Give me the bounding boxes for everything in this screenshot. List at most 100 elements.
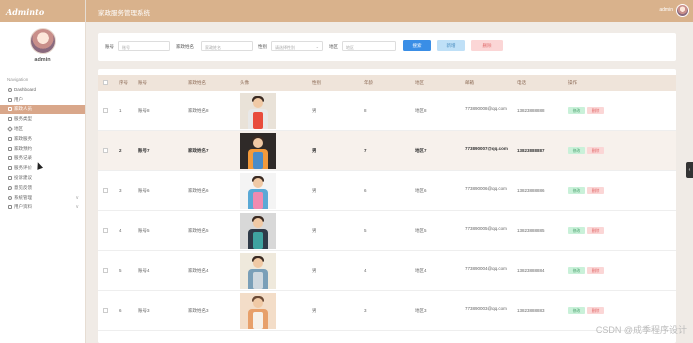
brand-logo[interactable]: Adminto (0, 0, 85, 22)
table-row[interactable]: 4 账号5 家政姓名5 男 5 地区5 773890005@qq.com 138… (98, 211, 676, 251)
chevron-down-icon: ∨ (75, 204, 79, 211)
delete-row-button[interactable]: 删除 (587, 227, 604, 234)
sidebar-item-profile[interactable]: 用户资料 ∨ (0, 203, 85, 213)
user-icon (8, 205, 12, 210)
sidebar-item-housekeepers[interactable]: 家政人员 (0, 104, 85, 115)
cell-region: 地区7 (415, 148, 427, 153)
name-label: 家政姓名 (176, 44, 194, 49)
edit-button[interactable]: 修改 (568, 187, 585, 194)
row-checkbox[interactable] (103, 308, 108, 313)
sidebar-item-service-types[interactable]: 服务类型 (0, 114, 85, 124)
table-row[interactable]: 2 账号7 家政姓名7 男 7 地区7 773890007@qq.com 138… (98, 131, 676, 171)
account-label: 账号 (105, 44, 114, 49)
sidebar-item-reviews[interactable]: 服务评价 (0, 163, 85, 173)
table-row[interactable]: 6 账号3 家政姓名3 男 3 地区3 773890003@qq.com 138… (98, 291, 676, 331)
avatar[interactable] (29, 28, 56, 54)
edit-button[interactable]: 修改 (568, 307, 585, 314)
sidebar-item-label: 家政人员 (14, 106, 32, 112)
chevron-down-icon: ∨ (75, 194, 79, 201)
grid-icon (8, 146, 12, 151)
header-index: 序号 (119, 80, 128, 85)
tag-icon (7, 126, 13, 132)
table-row[interactable]: 5 账号4 家政姓名4 男 4 地区4 773890004@qq.com 138… (98, 251, 676, 291)
header-age: 年龄 (364, 80, 373, 85)
data-table: 序号 账号 家政姓名 头像 性别 年龄 地区 邮箱 电话 操作 1 账号8 家政… (98, 69, 676, 343)
account-input[interactable]: 账号 (118, 41, 170, 51)
delete-row-button[interactable]: 删除 (587, 107, 604, 114)
cell-region: 地区6 (415, 188, 427, 193)
cell-age: 5 (364, 228, 367, 233)
cell-index: 1 (119, 108, 122, 113)
search-button[interactable]: 搜索 (403, 40, 431, 51)
sidebar-item-system[interactable]: 系统管理 ∨ (0, 193, 85, 203)
edit-button[interactable]: 修改 (568, 147, 585, 154)
sidebar-item-bookings[interactable]: 家政预约 (0, 144, 85, 154)
edit-button[interactable]: 修改 (568, 227, 585, 234)
region-input[interactable]: 地区 (342, 41, 396, 51)
grid-icon (8, 166, 12, 171)
edit-button[interactable]: 修改 (568, 267, 585, 274)
delete-button[interactable]: 删除 (471, 40, 503, 51)
housekeeper-photo (240, 93, 276, 129)
cell-gender: 男 (312, 268, 317, 273)
gender-label: 性别 (258, 44, 267, 49)
sidebar-item-users[interactable]: 用户 (0, 95, 85, 105)
page-title: 家政服务管理系统 (98, 10, 150, 17)
pin-icon (8, 185, 12, 190)
nav-section-label: Navigation (7, 77, 29, 82)
row-checkbox[interactable] (103, 268, 108, 273)
add-button[interactable]: 新增 (437, 40, 465, 51)
row-checkbox[interactable] (103, 188, 108, 193)
cell-account: 账号3 (138, 308, 150, 313)
cell-phone: 13823888887 (517, 148, 545, 153)
header-name: 家政姓名 (188, 80, 206, 85)
sidebar-item-label: 投诉建议 (14, 175, 32, 181)
sidebar-item-label: 服务记录 (14, 155, 32, 161)
sidebar-item-records[interactable]: 服务记录 (0, 154, 85, 164)
sidebar-item-services[interactable]: 家政服务 (0, 134, 85, 144)
cell-phone: 13823888883 (517, 308, 545, 313)
delete-row-button[interactable]: 删除 (587, 147, 604, 154)
name-input[interactable]: 家政姓名 (201, 41, 253, 51)
cell-index: 6 (119, 308, 122, 313)
search-panel: 账号 账号 家政姓名 家政姓名 性别 请选择性别 ⌄ 地区 地区 搜索 新增 删除 (98, 33, 676, 61)
header-account: 账号 (138, 80, 147, 85)
row-checkbox[interactable] (103, 148, 108, 153)
cell-account: 账号8 (138, 108, 150, 113)
edit-button[interactable]: 修改 (568, 107, 585, 114)
row-checkbox[interactable] (103, 108, 108, 113)
sidebar-item-complaints[interactable]: 投诉建议 (0, 173, 85, 183)
table-row[interactable]: 1 账号8 家政姓名8 男 8 地区8 773890008@qq.com 138… (98, 91, 676, 131)
sidebar-item-label: 意见反馈 (14, 184, 32, 190)
cell-gender: 男 (312, 148, 317, 153)
select-all-checkbox[interactable] (103, 80, 108, 85)
sidebar-item-dashboard[interactable]: Dashboard (0, 85, 85, 95)
sidebar-item-feedback[interactable]: 意见反馈 (0, 183, 85, 193)
grid-icon (8, 176, 12, 181)
grid-icon (8, 117, 12, 122)
sidebar-item-regions[interactable]: 地区 (0, 124, 85, 134)
cell-email: 773890007@qq.com (465, 146, 508, 151)
table-row[interactable]: 3 账号6 家政姓名6 男 6 地区6 773890006@qq.com 138… (98, 171, 676, 211)
grid-icon (8, 136, 12, 141)
topbar-username[interactable]: admin (659, 7, 673, 13)
sidebar-item-label: 地区 (14, 126, 23, 132)
cell-name: 家政姓名6 (188, 188, 209, 193)
row-checkbox[interactable] (103, 228, 108, 233)
cell-account: 账号5 (138, 228, 150, 233)
delete-row-button[interactable]: 删除 (587, 267, 604, 274)
sidebar-item-label: 服务类型 (14, 116, 32, 122)
gender-select[interactable]: 请选择性别 ⌄ (271, 41, 323, 51)
sidebar-item-label: Dashboard (14, 87, 37, 93)
delete-row-button[interactable]: 删除 (587, 307, 604, 314)
sidebar-item-label: 服务评价 (14, 165, 32, 171)
cell-account: 账号4 (138, 268, 150, 273)
delete-row-button[interactable]: 删除 (587, 187, 604, 194)
cell-phone: 13823888886 (517, 188, 545, 193)
header-email: 邮箱 (465, 80, 474, 85)
side-drawer-handle[interactable]: ‹ (686, 162, 693, 178)
cell-age: 8 (364, 108, 367, 113)
topbar-avatar[interactable] (676, 4, 689, 17)
cell-index: 4 (119, 228, 122, 233)
cell-phone: 13823888884 (517, 268, 545, 273)
